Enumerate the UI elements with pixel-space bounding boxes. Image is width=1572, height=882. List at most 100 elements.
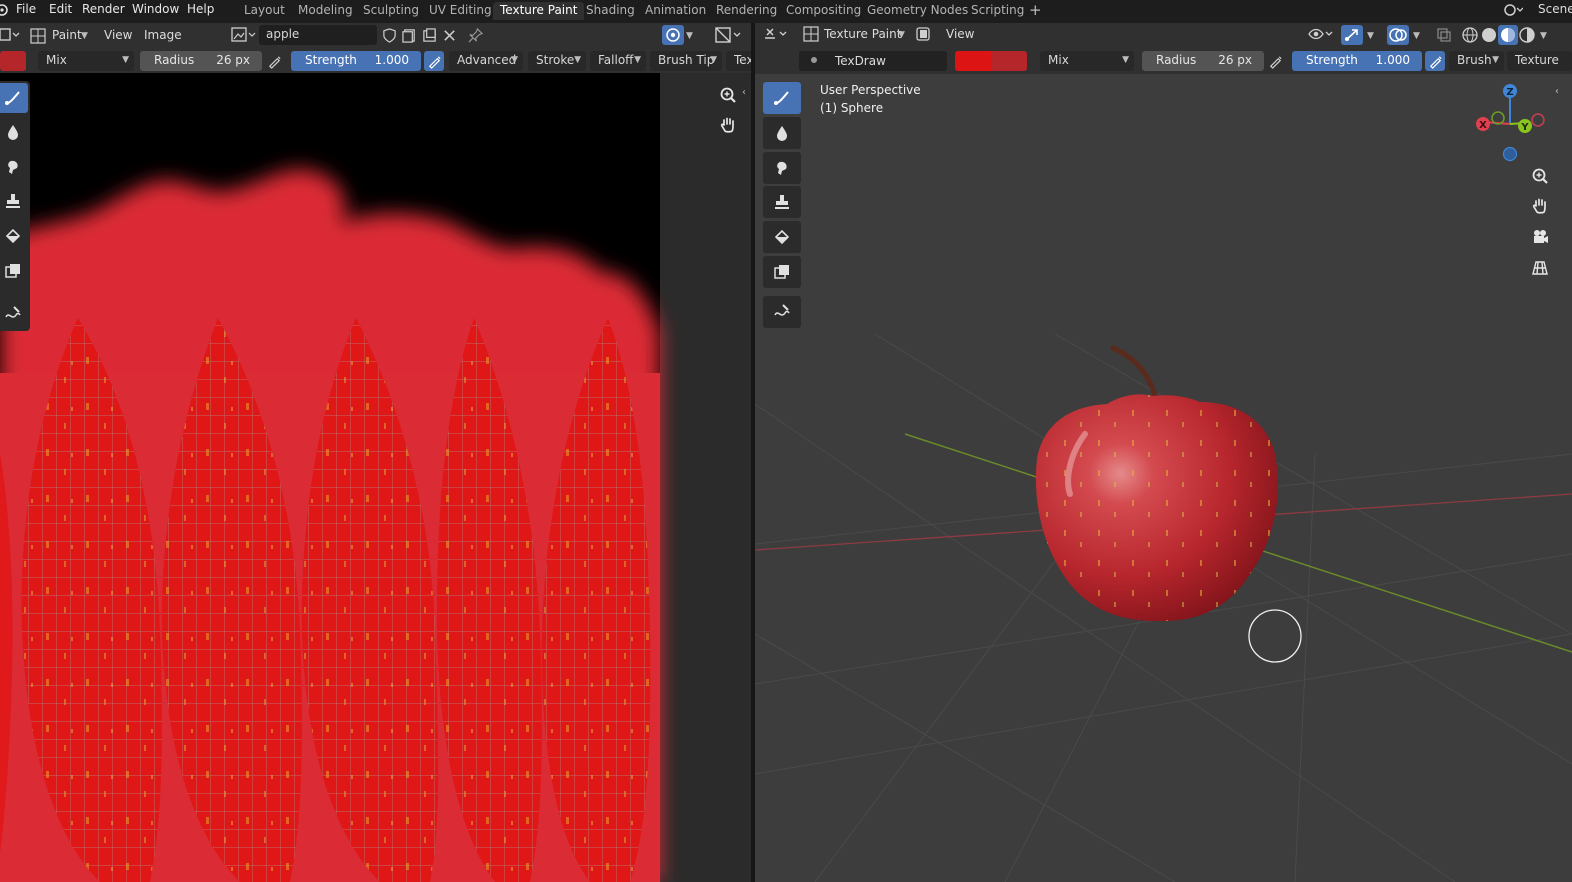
tab-geometry-nodes[interactable]: Geometry Nodes xyxy=(860,2,975,20)
shading-solid-icon[interactable] xyxy=(1480,26,1498,47)
menu-window[interactable]: Window xyxy=(132,1,179,19)
overlays-toggle-icon[interactable] xyxy=(1387,25,1409,45)
shading-material-icon[interactable] xyxy=(1498,25,1518,45)
brush-fill-icon[interactable] xyxy=(763,221,801,253)
brush-mask-icon[interactable] xyxy=(0,256,28,286)
apple-model[interactable] xyxy=(1025,344,1285,634)
show-gizmo-icon[interactable] xyxy=(1341,25,1363,45)
open-image-icon[interactable] xyxy=(419,25,439,45)
viewport-shading-solid-icon[interactable] xyxy=(915,26,931,45)
add-workspace-icon[interactable]: + xyxy=(1029,1,1042,19)
editor-type-icon[interactable] xyxy=(764,26,792,45)
chevron-down-icon[interactable]: ▼ xyxy=(1540,28,1547,44)
tab-sculpting[interactable]: Sculpting xyxy=(356,2,426,20)
tab-texture-paint[interactable]: Texture Paint xyxy=(493,2,585,20)
brush-selector[interactable]: TexDraw xyxy=(799,51,947,71)
chevron-down-icon[interactable]: ▼ xyxy=(1413,28,1420,44)
top-menu-bar: File Edit Render Window Help Layout Mode… xyxy=(0,0,1572,21)
scene-name[interactable]: Scene xyxy=(1538,1,1572,19)
brush-smear-icon[interactable] xyxy=(763,152,801,184)
collapse-arrow-icon[interactable]: ‹ xyxy=(742,87,746,98)
camera-icon[interactable] xyxy=(1528,225,1552,249)
brush-mask-icon[interactable] xyxy=(763,256,801,288)
menu-view[interactable]: View xyxy=(946,24,974,44)
menu-image[interactable]: Image xyxy=(144,25,182,45)
scene-selector-icon[interactable] xyxy=(1503,2,1524,21)
strength-field[interactable]: Strength 1.000 xyxy=(1292,51,1422,71)
zoom-icon[interactable] xyxy=(1528,164,1552,188)
brush-smear-icon[interactable] xyxy=(0,152,28,182)
image-browse-icon[interactable] xyxy=(231,26,257,47)
strength-pressure-pen-icon[interactable] xyxy=(424,51,444,71)
tab-layout[interactable]: Layout xyxy=(237,2,292,20)
interaction-mode-dropdown[interactable]: Texture Paint xyxy=(824,24,901,44)
menu-help[interactable]: Help xyxy=(187,1,214,19)
hand-pan-icon[interactable] xyxy=(1528,194,1552,218)
visibility-eye-icon[interactable] xyxy=(1308,26,1336,45)
primary-color-swatch[interactable] xyxy=(955,51,991,71)
shading-rendered-icon[interactable] xyxy=(1518,26,1536,47)
menu-edit[interactable]: Edit xyxy=(49,1,72,19)
brush-draw-icon[interactable] xyxy=(763,82,801,114)
chevron-down-icon[interactable]: ▼ xyxy=(686,27,693,45)
menu-render[interactable]: Render xyxy=(82,1,125,19)
falloff-panel-dropdown[interactable]: Falloff ▼ xyxy=(590,51,646,71)
annotate-icon[interactable] xyxy=(0,299,28,329)
pressure-pen-icon[interactable] xyxy=(264,51,284,71)
pressure-pen-icon[interactable] xyxy=(1265,51,1285,71)
shading-wireframe-icon[interactable] xyxy=(1461,26,1479,47)
secondary-color-swatch[interactable] xyxy=(991,51,1027,71)
pin-icon[interactable] xyxy=(465,25,485,45)
paint-mode-dropdown[interactable]: Paint xyxy=(52,25,82,45)
brush-fill-icon[interactable] xyxy=(0,221,28,251)
chevron-down-icon[interactable]: ▼ xyxy=(1367,28,1374,44)
tab-compositing[interactable]: Compositing xyxy=(779,2,868,20)
radius-field[interactable]: Radius 26 px xyxy=(1142,51,1264,71)
texture-image xyxy=(0,73,751,882)
viewport-canvas[interactable]: User Perspective (1) Sphere Z X Y ‹ xyxy=(755,74,1572,882)
blend-mode-dropdown[interactable]: Mix ▼ xyxy=(1040,51,1134,71)
hand-pan-icon[interactable] xyxy=(716,113,740,137)
brush-clone-icon[interactable] xyxy=(0,186,28,216)
tab-modeling[interactable]: Modeling xyxy=(291,2,360,20)
stroke-panel-dropdown[interactable]: Stroke ▼ xyxy=(528,51,586,71)
brush-panel-dropdown[interactable]: Brush ▼ xyxy=(1449,51,1504,71)
brush-soften-icon[interactable] xyxy=(0,117,28,147)
radius-field[interactable]: Radius 26 px xyxy=(140,51,262,71)
color-swatch[interactable] xyxy=(0,51,26,71)
stroke-panel-label: Stroke xyxy=(536,53,575,67)
gizmo-toggle-icon[interactable] xyxy=(662,25,684,45)
collapse-arrow-icon[interactable]: ‹ xyxy=(1555,86,1559,97)
close-icon[interactable] xyxy=(439,25,459,45)
strength-pressure-pen-icon[interactable] xyxy=(1425,51,1445,71)
tab-shading[interactable]: Shading xyxy=(579,2,642,20)
navigation-gizmo[interactable]: Z X Y xyxy=(1470,80,1550,166)
strength-field[interactable]: Strength 1.000 xyxy=(291,51,421,71)
brush-tip-panel-dropdown[interactable]: Brush Tip ▼ xyxy=(650,51,722,71)
tab-uv-editing[interactable]: UV Editing xyxy=(422,2,499,20)
brush-draw-icon[interactable] xyxy=(0,83,28,113)
image-name-field[interactable]: apple xyxy=(259,25,377,45)
editor-type-icon[interactable] xyxy=(0,27,22,46)
tab-scripting[interactable]: Scripting xyxy=(964,2,1031,20)
menu-view[interactable]: View xyxy=(104,25,132,45)
brush-clone-icon[interactable] xyxy=(763,186,801,218)
image-editor-canvas[interactable]: ‹ xyxy=(0,73,751,882)
zoom-icon[interactable] xyxy=(716,83,740,107)
texture-panel-dropdown[interactable]: Texture xyxy=(1507,51,1572,71)
tab-animation[interactable]: Animation xyxy=(638,2,713,20)
grid-view-icon[interactable] xyxy=(1528,256,1552,280)
menu-file[interactable]: File xyxy=(16,1,36,19)
blend-mode-dropdown[interactable]: Mix ▼ xyxy=(38,51,134,71)
display-channels-icon[interactable] xyxy=(715,27,743,46)
brush-soften-icon[interactable] xyxy=(763,117,801,149)
xray-toggle-icon[interactable] xyxy=(1436,27,1452,46)
new-image-icon[interactable] xyxy=(399,25,419,45)
axis-y-label: Y xyxy=(1520,122,1529,133)
advanced-panel-dropdown[interactable]: Advanced ▼ xyxy=(449,51,523,71)
annotate-icon[interactable] xyxy=(763,296,801,328)
texture-paint-mode-icon xyxy=(803,26,819,45)
tab-rendering[interactable]: Rendering xyxy=(709,2,784,20)
blender-logo-icon[interactable] xyxy=(0,3,8,17)
fake-user-shield-icon[interactable] xyxy=(379,25,399,45)
